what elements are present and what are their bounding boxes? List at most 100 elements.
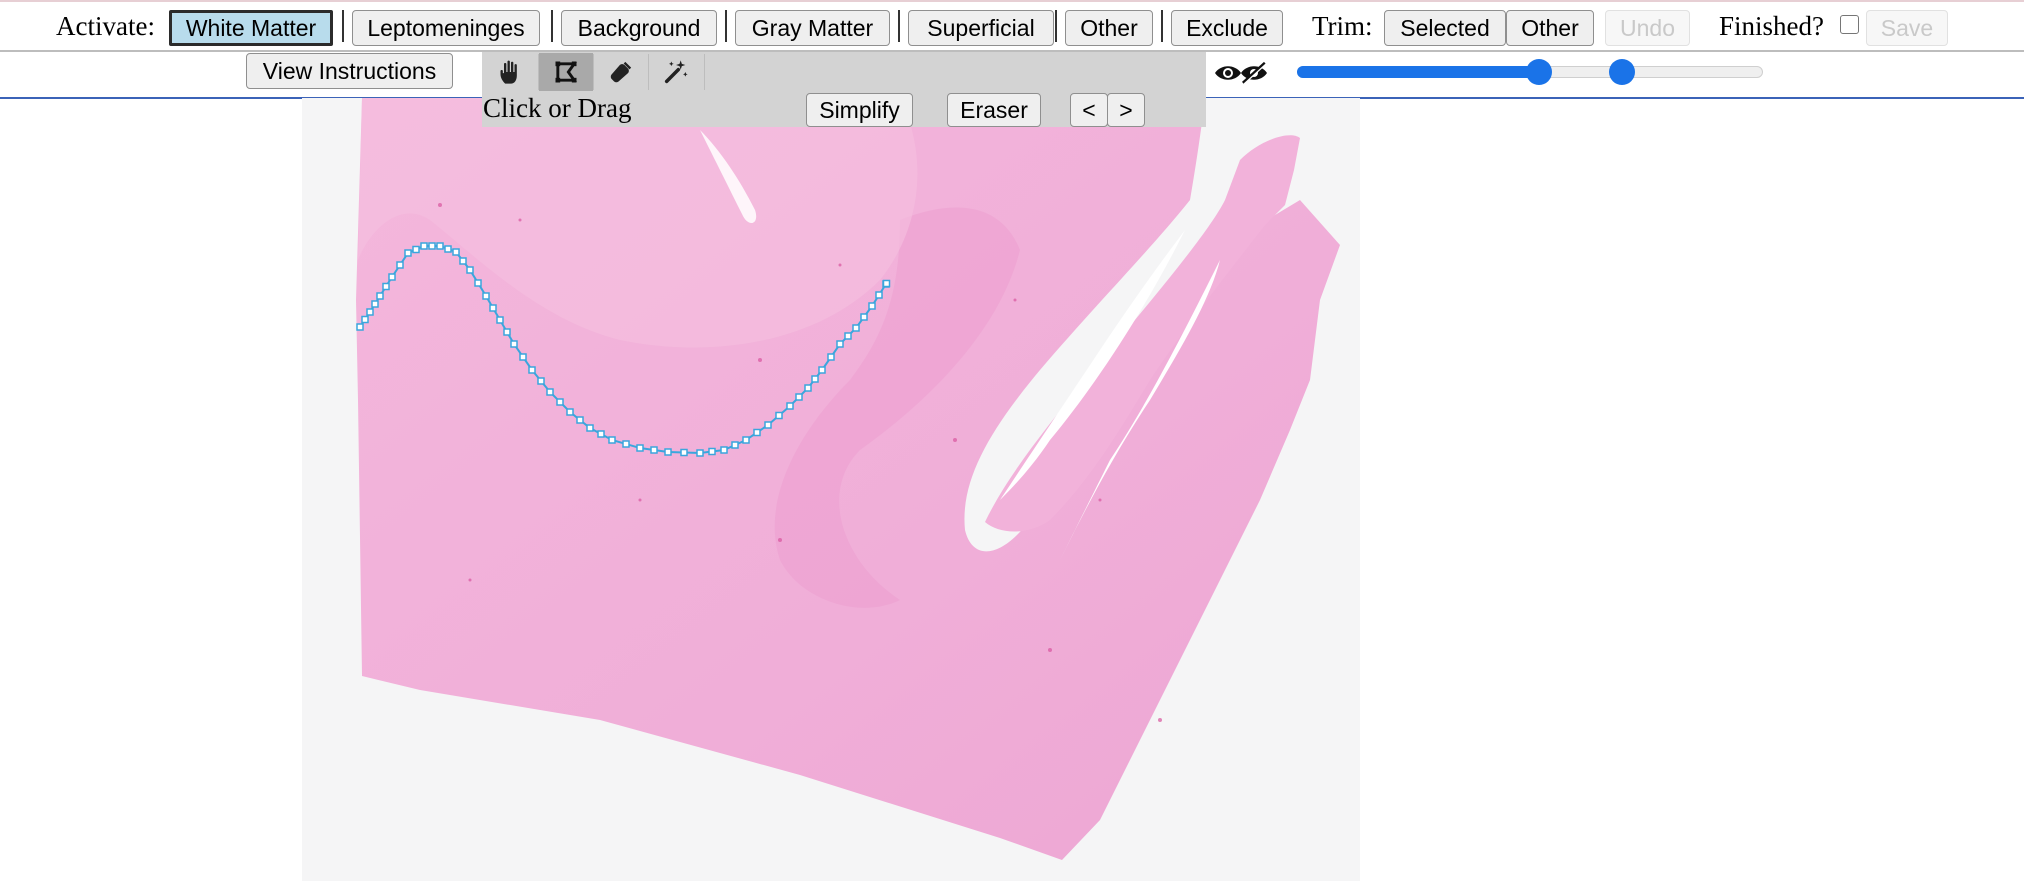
annotation-vertex[interactable] — [503, 328, 511, 336]
annotation-vertex[interactable] — [356, 323, 364, 331]
annotation-vertex[interactable] — [868, 302, 876, 310]
annotation-vertex[interactable] — [396, 261, 404, 269]
separator — [342, 10, 344, 42]
annotation-vertex[interactable] — [827, 353, 835, 361]
annotation-vertex[interactable] — [428, 242, 436, 250]
annotation-vertex[interactable] — [708, 447, 716, 456]
simplify-button[interactable]: Simplify — [806, 93, 913, 127]
annotation-vertex[interactable] — [576, 416, 584, 424]
next-button[interactable]: > — [1107, 93, 1145, 127]
eye-toggle-icon — [1215, 61, 1267, 85]
annotation-vertex[interactable] — [482, 292, 490, 300]
region-button-background[interactable]: Background — [561, 10, 717, 46]
annotation-vertex[interactable] — [836, 340, 844, 348]
region-button-gray-matter[interactable]: Gray Matter — [735, 10, 890, 46]
annotation-vertex[interactable] — [546, 388, 554, 396]
annotation-vertex[interactable] — [622, 440, 630, 448]
tool-separator — [704, 54, 705, 90]
annotation-vertex[interactable] — [852, 324, 860, 332]
trim-selected-button[interactable]: Selected — [1384, 10, 1506, 46]
separator — [1055, 10, 1057, 42]
annotation-vertex[interactable] — [420, 242, 428, 250]
eraser-button[interactable]: Eraser — [947, 93, 1041, 127]
annotation-vertex[interactable] — [489, 304, 497, 312]
brush-icon — [610, 61, 632, 83]
separator — [898, 10, 900, 42]
annotation-vertex[interactable] — [496, 316, 504, 324]
pan-tool[interactable] — [484, 53, 538, 91]
view-instructions-button[interactable]: View Instructions — [246, 53, 453, 89]
magic-wand-tool[interactable] — [649, 53, 703, 91]
slider-thumb[interactable] — [1526, 59, 1553, 85]
annotation-vertex[interactable] — [795, 393, 803, 401]
annotation-vertex[interactable] — [636, 444, 644, 452]
finished-checkbox[interactable] — [1840, 15, 1859, 34]
annotation-vertex[interactable] — [597, 430, 605, 438]
region-button-white-matter[interactable]: White Matter — [169, 10, 333, 46]
annotation-vertex[interactable] — [818, 366, 826, 374]
main-toolbar: Activate: White Matter Leptomeninges Bac… — [0, 0, 2024, 52]
annotation-vertex[interactable] — [731, 441, 739, 449]
annotation-vertex[interactable] — [566, 408, 574, 416]
annotation-vertex[interactable] — [696, 449, 704, 457]
annotation-vertex[interactable] — [882, 279, 891, 288]
tissue-image — [356, 98, 1340, 860]
annotation-vertex[interactable] — [412, 245, 420, 254]
annotation-vertex[interactable] — [775, 411, 783, 420]
region-button-other[interactable]: Other — [1065, 10, 1153, 46]
annotation-vertex[interactable] — [528, 366, 536, 374]
annotation-vertex[interactable] — [680, 448, 688, 457]
magic-wand-icon — [664, 60, 688, 84]
trim-other-button[interactable]: Other — [1506, 10, 1594, 46]
annotation-vertex[interactable] — [371, 300, 379, 308]
annotation-vertex[interactable] — [720, 446, 728, 454]
annotation-vertex[interactable] — [376, 292, 384, 300]
annotation-vertex[interactable] — [436, 242, 444, 250]
annotation-vertex[interactable] — [875, 291, 883, 299]
undo-button[interactable]: Undo — [1605, 10, 1690, 46]
save-button[interactable]: Save — [1866, 10, 1948, 46]
region-button-superficial[interactable]: Superficial — [908, 10, 1054, 46]
annotation-vertex[interactable] — [366, 308, 374, 316]
annotation-vertex[interactable] — [388, 273, 396, 281]
slider-thumb[interactable] — [1609, 59, 1636, 85]
activate-label: Activate: — [56, 11, 155, 41]
separator — [725, 10, 727, 42]
annotation-vertex[interactable] — [519, 353, 527, 361]
annotation-vertex[interactable] — [556, 398, 564, 406]
annotation-vertex[interactable] — [452, 248, 460, 256]
annotation-vertex[interactable] — [466, 266, 474, 274]
annotation-vertex[interactable] — [664, 448, 672, 456]
region-button-leptomeninges[interactable]: Leptomeninges — [352, 10, 540, 46]
annotation-vertex[interactable] — [753, 428, 761, 437]
annotation-vertex[interactable] — [510, 340, 518, 348]
brush-tool[interactable] — [594, 53, 648, 91]
annotation-vertex[interactable] — [742, 436, 750, 444]
visibility-toggle[interactable] — [1208, 55, 1274, 91]
opacity-slider[interactable] — [1285, 54, 1775, 90]
annotation-vertex[interactable] — [786, 402, 794, 410]
annotation-vertex[interactable] — [444, 245, 452, 253]
slide-viewer[interactable] — [302, 98, 1360, 881]
annotation-vertex[interactable] — [608, 436, 616, 444]
annotation-vertex[interactable] — [537, 377, 545, 385]
region-button-exclude[interactable]: Exclude — [1171, 10, 1283, 46]
previous-button[interactable]: < — [1070, 93, 1108, 127]
annotation-vertex[interactable] — [764, 421, 772, 429]
annotation-vertex[interactable] — [459, 257, 467, 265]
annotation-vertex[interactable] — [844, 332, 852, 340]
annotation-vertex[interactable] — [382, 282, 390, 291]
annotation-vertex[interactable] — [860, 313, 868, 321]
finished-label: Finished? — [1719, 11, 1824, 41]
polygon-draw-tool[interactable] — [539, 53, 593, 91]
annotation-vertex[interactable] — [404, 249, 412, 257]
annotation-vertex[interactable] — [650, 446, 658, 454]
slider-fill — [1297, 66, 1540, 78]
annotation-vertex[interactable] — [474, 279, 482, 287]
annotation-vertex[interactable] — [586, 424, 594, 432]
separator — [551, 10, 553, 42]
annotation-vertex[interactable] — [361, 315, 369, 324]
annotation-vertex[interactable] — [804, 384, 812, 392]
annotation-vertex[interactable] — [811, 375, 819, 383]
trim-label: Trim: — [1312, 11, 1373, 41]
